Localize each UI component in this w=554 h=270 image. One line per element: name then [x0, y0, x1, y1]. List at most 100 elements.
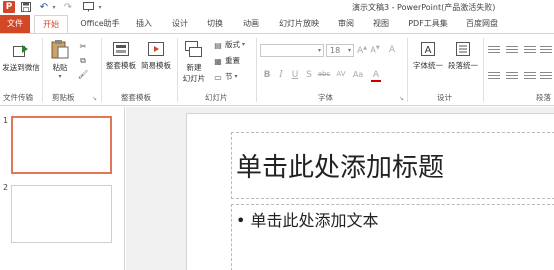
- font-name-dropdown[interactable]: ▾: [260, 44, 324, 57]
- tab-view[interactable]: 视图: [369, 15, 393, 33]
- new-slide-label-2: 幻灯片: [182, 74, 206, 83]
- font-size-value: 18: [330, 46, 341, 55]
- send-icon: [12, 42, 30, 60]
- tab-insert[interactable]: 插入: [132, 15, 156, 33]
- simple-template-button[interactable]: 简易模板: [139, 40, 173, 71]
- group-label-font: 字体: [318, 93, 333, 102]
- tab-office-assistant[interactable]: Office助手: [76, 15, 124, 33]
- tab-transitions[interactable]: 切换: [203, 15, 227, 33]
- format-painter-button[interactable]: 🖌: [78, 68, 90, 79]
- tab-review[interactable]: 审阅: [334, 15, 358, 33]
- grow-font-icon[interactable]: A▲: [357, 45, 367, 56]
- strikethrough-button[interactable]: abc: [316, 70, 332, 78]
- section-icon: ▭: [214, 73, 222, 82]
- paste-button[interactable]: 粘贴 ▾: [46, 38, 74, 80]
- window-title: 演示文稿3 - PowerPoint(产品激活失败): [352, 3, 496, 12]
- title-placeholder-text: 单击此处添加标题: [236, 153, 445, 183]
- title-placeholder[interactable]: 单击此处添加标题: [231, 132, 554, 199]
- tab-home[interactable]: 开始: [34, 15, 68, 34]
- paragraph-unify-label: 段落统一: [448, 61, 478, 70]
- new-slide-label: 新建: [186, 63, 202, 72]
- layout-label: 版式: [225, 40, 240, 49]
- font-unify-icon: A: [419, 40, 437, 58]
- body-placeholder-text: • 单击此处添加文本: [236, 211, 379, 230]
- tab-baidu-netdisk[interactable]: 百度网盘: [462, 15, 502, 33]
- paragraph-unify-icon: [454, 40, 472, 58]
- undo-icon[interactable]: ↶: [38, 1, 50, 13]
- section-button[interactable]: ▭ 节 ▾: [213, 71, 238, 82]
- redo-icon[interactable]: ↷: [62, 1, 74, 13]
- body-placeholder[interactable]: • 单击此处添加文本: [231, 204, 554, 270]
- align-left-icon[interactable]: [488, 72, 500, 81]
- font-size-dropdown[interactable]: 18 ▾: [326, 44, 354, 57]
- numbering-icon[interactable]: [506, 46, 518, 55]
- title-bar: P ↶ ▾ ↷ ▾ 演示文稿3 - PowerPoint(产品激活失败): [0, 0, 554, 15]
- copy-button[interactable]: ⧉: [78, 54, 90, 65]
- bullets-icon[interactable]: [488, 46, 500, 55]
- organize-template-label: 整套模板: [106, 61, 136, 70]
- italic-button[interactable]: I: [276, 70, 286, 80]
- tab-slideshow[interactable]: 幻灯片放映: [276, 15, 322, 33]
- cut-icon: ✂: [79, 42, 87, 51]
- tab-file[interactable]: 文件: [0, 15, 30, 33]
- svg-text:A: A: [425, 45, 432, 56]
- reset-button[interactable]: ▦ 重置: [213, 55, 240, 66]
- slide-thumbnail-pane: 1 2: [0, 107, 125, 270]
- shrink-font-icon[interactable]: A▼: [370, 45, 380, 55]
- font-name-dropdown-icon: ▾: [317, 47, 321, 54]
- font-color-button[interactable]: A: [371, 70, 381, 82]
- group-separator: [42, 38, 43, 102]
- ribbon-tabs: 文件 开始 Office助手 插入 设计 切换 动画 幻灯片放映 审阅 视图 P…: [0, 15, 554, 34]
- send-to-wechat-button[interactable]: 发送到微信: [0, 42, 42, 73]
- group-label-clipboard: 剪贴板: [52, 93, 75, 102]
- customize-toolbar-icon[interactable]: ▾: [96, 1, 104, 13]
- tab-pdf-tools[interactable]: PDF工具集: [404, 15, 452, 33]
- change-case-button[interactable]: Aa: [351, 70, 365, 79]
- tab-design[interactable]: 设计: [168, 15, 192, 33]
- paragraph-unify-button[interactable]: 段落统一: [446, 40, 480, 71]
- clipboard-launcher-icon[interactable]: ↘: [92, 95, 97, 102]
- align-right-icon[interactable]: [524, 72, 536, 81]
- clipboard-icon: [50, 38, 70, 60]
- group-separator: [407, 38, 408, 102]
- clear-formatting-icon[interactable]: A: [387, 45, 397, 55]
- powerpoint-logo-icon: P: [3, 1, 15, 13]
- character-spacing-button[interactable]: AV: [334, 70, 348, 78]
- tab-animations[interactable]: 动画: [239, 15, 263, 33]
- new-slide-button[interactable]: 新建 幻灯片: [179, 40, 209, 84]
- paste-dropdown-icon[interactable]: ▾: [58, 73, 61, 80]
- save-icon[interactable]: [20, 1, 32, 13]
- section-dropdown-icon: ▾: [234, 73, 238, 80]
- slide-thumbnail[interactable]: [11, 185, 112, 243]
- increase-indent-icon[interactable]: [540, 46, 552, 55]
- section-label: 节: [225, 72, 233, 81]
- simple-template-icon: [147, 40, 165, 58]
- font-unify-label: 字体统一: [413, 61, 443, 70]
- bold-button[interactable]: B: [262, 70, 272, 80]
- group-separator: [177, 38, 178, 102]
- thumbnail-number: 2: [3, 183, 9, 192]
- cut-button[interactable]: ✂: [78, 40, 90, 51]
- font-unify-button[interactable]: A 字体统一: [411, 40, 445, 71]
- layout-button[interactable]: ▤ 版式 ▾: [213, 39, 245, 50]
- copy-icon: ⧉: [80, 56, 86, 65]
- font-launcher-icon[interactable]: ↘: [399, 95, 404, 102]
- send-to-wechat-label: 发送到微信: [2, 63, 40, 72]
- underline-button[interactable]: U: [290, 70, 300, 80]
- justify-icon[interactable]: [540, 72, 552, 81]
- text-shadow-button[interactable]: S: [304, 70, 314, 80]
- align-center-icon[interactable]: [506, 72, 518, 81]
- layout-icon: ▤: [214, 41, 222, 50]
- reset-label: 重置: [225, 56, 240, 65]
- group-separator: [483, 38, 484, 102]
- undo-dropdown-icon[interactable]: ▾: [50, 1, 58, 13]
- new-slide-icon: [184, 40, 204, 60]
- paste-label: 粘贴: [52, 63, 68, 72]
- decrease-indent-icon[interactable]: [524, 46, 536, 55]
- slide-thumbnail[interactable]: [11, 116, 112, 174]
- start-from-beginning-icon[interactable]: [82, 1, 94, 13]
- group-label-slides: 幻灯片: [205, 93, 228, 102]
- organize-template-button[interactable]: 整套模板: [104, 40, 138, 71]
- group-label-templates: 整套模板: [121, 93, 151, 102]
- slide-canvas: 单击此处添加标题 • 单击此处添加文本: [186, 113, 554, 270]
